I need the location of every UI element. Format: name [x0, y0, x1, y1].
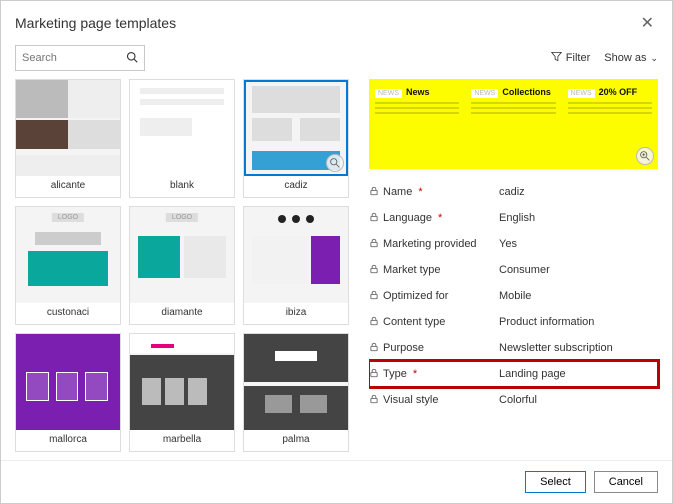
property-value: English	[499, 212, 658, 224]
zoom-icon[interactable]	[636, 147, 654, 165]
property-value: Yes	[499, 238, 658, 250]
property-value: Colorful	[499, 394, 658, 406]
property-row: Content typeProduct information	[369, 309, 658, 335]
template-thumbnail	[16, 80, 120, 176]
lock-icon	[369, 212, 379, 225]
template-thumbnail	[244, 80, 348, 176]
properties-list[interactable]: Name*cadizLanguage*EnglishMarketing prov…	[369, 179, 666, 460]
template-caption: palma	[282, 430, 309, 451]
template-thumbnail	[244, 207, 348, 303]
dialog-title: Marketing page templates	[15, 15, 176, 31]
template-caption: diamante	[161, 303, 202, 324]
template-gallery[interactable]: alicanteblankcadizLOGOcustonaciLOGOdiama…	[15, 79, 363, 460]
filter-button[interactable]: Filter	[551, 51, 590, 65]
search-input[interactable]	[22, 52, 126, 64]
preview-column: NEWS News	[371, 83, 463, 165]
close-icon[interactable]: ✕	[637, 9, 658, 37]
toolbar-right: Filter Show as ⌄	[551, 51, 658, 65]
property-value: Landing page	[499, 368, 658, 380]
template-thumbnail: LOGO	[130, 207, 234, 303]
show-as-button[interactable]: Show as ⌄	[604, 52, 658, 64]
property-value: cadiz	[499, 186, 658, 198]
property-label: Purpose	[369, 342, 499, 355]
template-caption: blank	[170, 176, 194, 197]
required-indicator: *	[413, 368, 417, 380]
property-label: Type*	[369, 368, 499, 381]
template-card[interactable]: alicante	[15, 79, 121, 198]
property-row: Market typeConsumer	[369, 257, 658, 283]
property-label: Visual style	[369, 394, 499, 407]
property-row: Optimized forMobile	[369, 283, 658, 309]
dialog-header: Marketing page templates ✕	[1, 1, 672, 37]
template-card[interactable]: palma	[243, 333, 349, 452]
property-label: Language*	[369, 212, 499, 225]
property-row: Visual styleColorful	[369, 387, 658, 413]
filter-icon	[551, 51, 562, 65]
property-row: Name*cadiz	[369, 179, 658, 205]
cancel-button[interactable]: Cancel	[594, 471, 658, 493]
toolbar: Filter Show as ⌄	[1, 37, 672, 79]
lock-icon	[369, 186, 379, 199]
template-thumbnail	[16, 334, 120, 430]
template-caption: mallorca	[49, 430, 87, 451]
show-as-label: Show as	[604, 52, 646, 64]
preview-badge: NEWS	[375, 89, 402, 98]
template-caption: ibiza	[286, 303, 307, 324]
property-label: Market type	[369, 264, 499, 277]
property-value: Consumer	[499, 264, 658, 276]
property-row: PurposeNewsletter subscription	[369, 335, 658, 361]
template-card[interactable]: ibiza	[243, 206, 349, 325]
template-preview: NEWS News NEWS Collections NEWS 20% OFF	[369, 79, 658, 169]
template-thumbnail	[244, 334, 348, 430]
property-value: Product information	[499, 316, 658, 328]
lock-icon	[369, 238, 379, 251]
property-label: Content type	[369, 316, 499, 329]
template-thumbnail	[130, 334, 234, 430]
property-value: Mobile	[499, 290, 658, 302]
chevron-down-icon: ⌄	[650, 53, 658, 64]
detail-panel: NEWS News NEWS Collections NEWS 20% OFF Name*…	[369, 79, 666, 460]
template-card[interactable]: LOGOdiamante	[129, 206, 235, 325]
lock-icon	[369, 290, 379, 303]
lock-icon	[369, 264, 379, 277]
lock-icon	[369, 368, 379, 381]
required-indicator: *	[438, 212, 442, 224]
preview-col-title: Collections	[502, 87, 551, 97]
preview-badge: NEWS	[568, 89, 595, 98]
required-indicator: *	[418, 186, 422, 198]
lock-icon	[369, 342, 379, 355]
dialog-footer: Select Cancel	[1, 460, 672, 503]
lock-icon	[369, 316, 379, 329]
template-caption: marbella	[163, 430, 201, 451]
template-card[interactable]: marbella	[129, 333, 235, 452]
property-label: Optimized for	[369, 290, 499, 303]
template-card[interactable]: mallorca	[15, 333, 121, 452]
preview-col-title: News	[406, 87, 430, 97]
template-caption: alicante	[51, 176, 85, 197]
property-label: Marketing provided	[369, 238, 499, 251]
template-card[interactable]: blank	[129, 79, 235, 198]
template-thumbnail	[130, 80, 234, 176]
lock-icon	[369, 394, 379, 407]
template-thumbnail: LOGO	[16, 207, 120, 303]
select-button[interactable]: Select	[525, 471, 586, 493]
dialog-body: alicanteblankcadizLOGOcustonaciLOGOdiama…	[1, 79, 672, 460]
template-card[interactable]: cadiz	[243, 79, 349, 198]
template-caption: custonaci	[47, 303, 89, 324]
search-icon[interactable]	[126, 51, 138, 66]
preview-col-title: 20% OFF	[599, 87, 638, 97]
property-row: Marketing providedYes	[369, 231, 658, 257]
property-row: Language*English	[369, 205, 658, 231]
property-label: Name*	[369, 186, 499, 199]
template-caption: cadiz	[284, 176, 307, 197]
search-box[interactable]	[15, 45, 145, 71]
template-picker-dialog: Marketing page templates ✕ Filter Show a…	[1, 1, 672, 503]
filter-label: Filter	[566, 52, 590, 64]
property-row: Type*Landing page	[369, 361, 658, 387]
preview-column: NEWS Collections	[467, 83, 559, 165]
property-value: Newsletter subscription	[499, 342, 658, 354]
template-card[interactable]: LOGOcustonaci	[15, 206, 121, 325]
preview-badge: NEWS	[471, 89, 498, 98]
